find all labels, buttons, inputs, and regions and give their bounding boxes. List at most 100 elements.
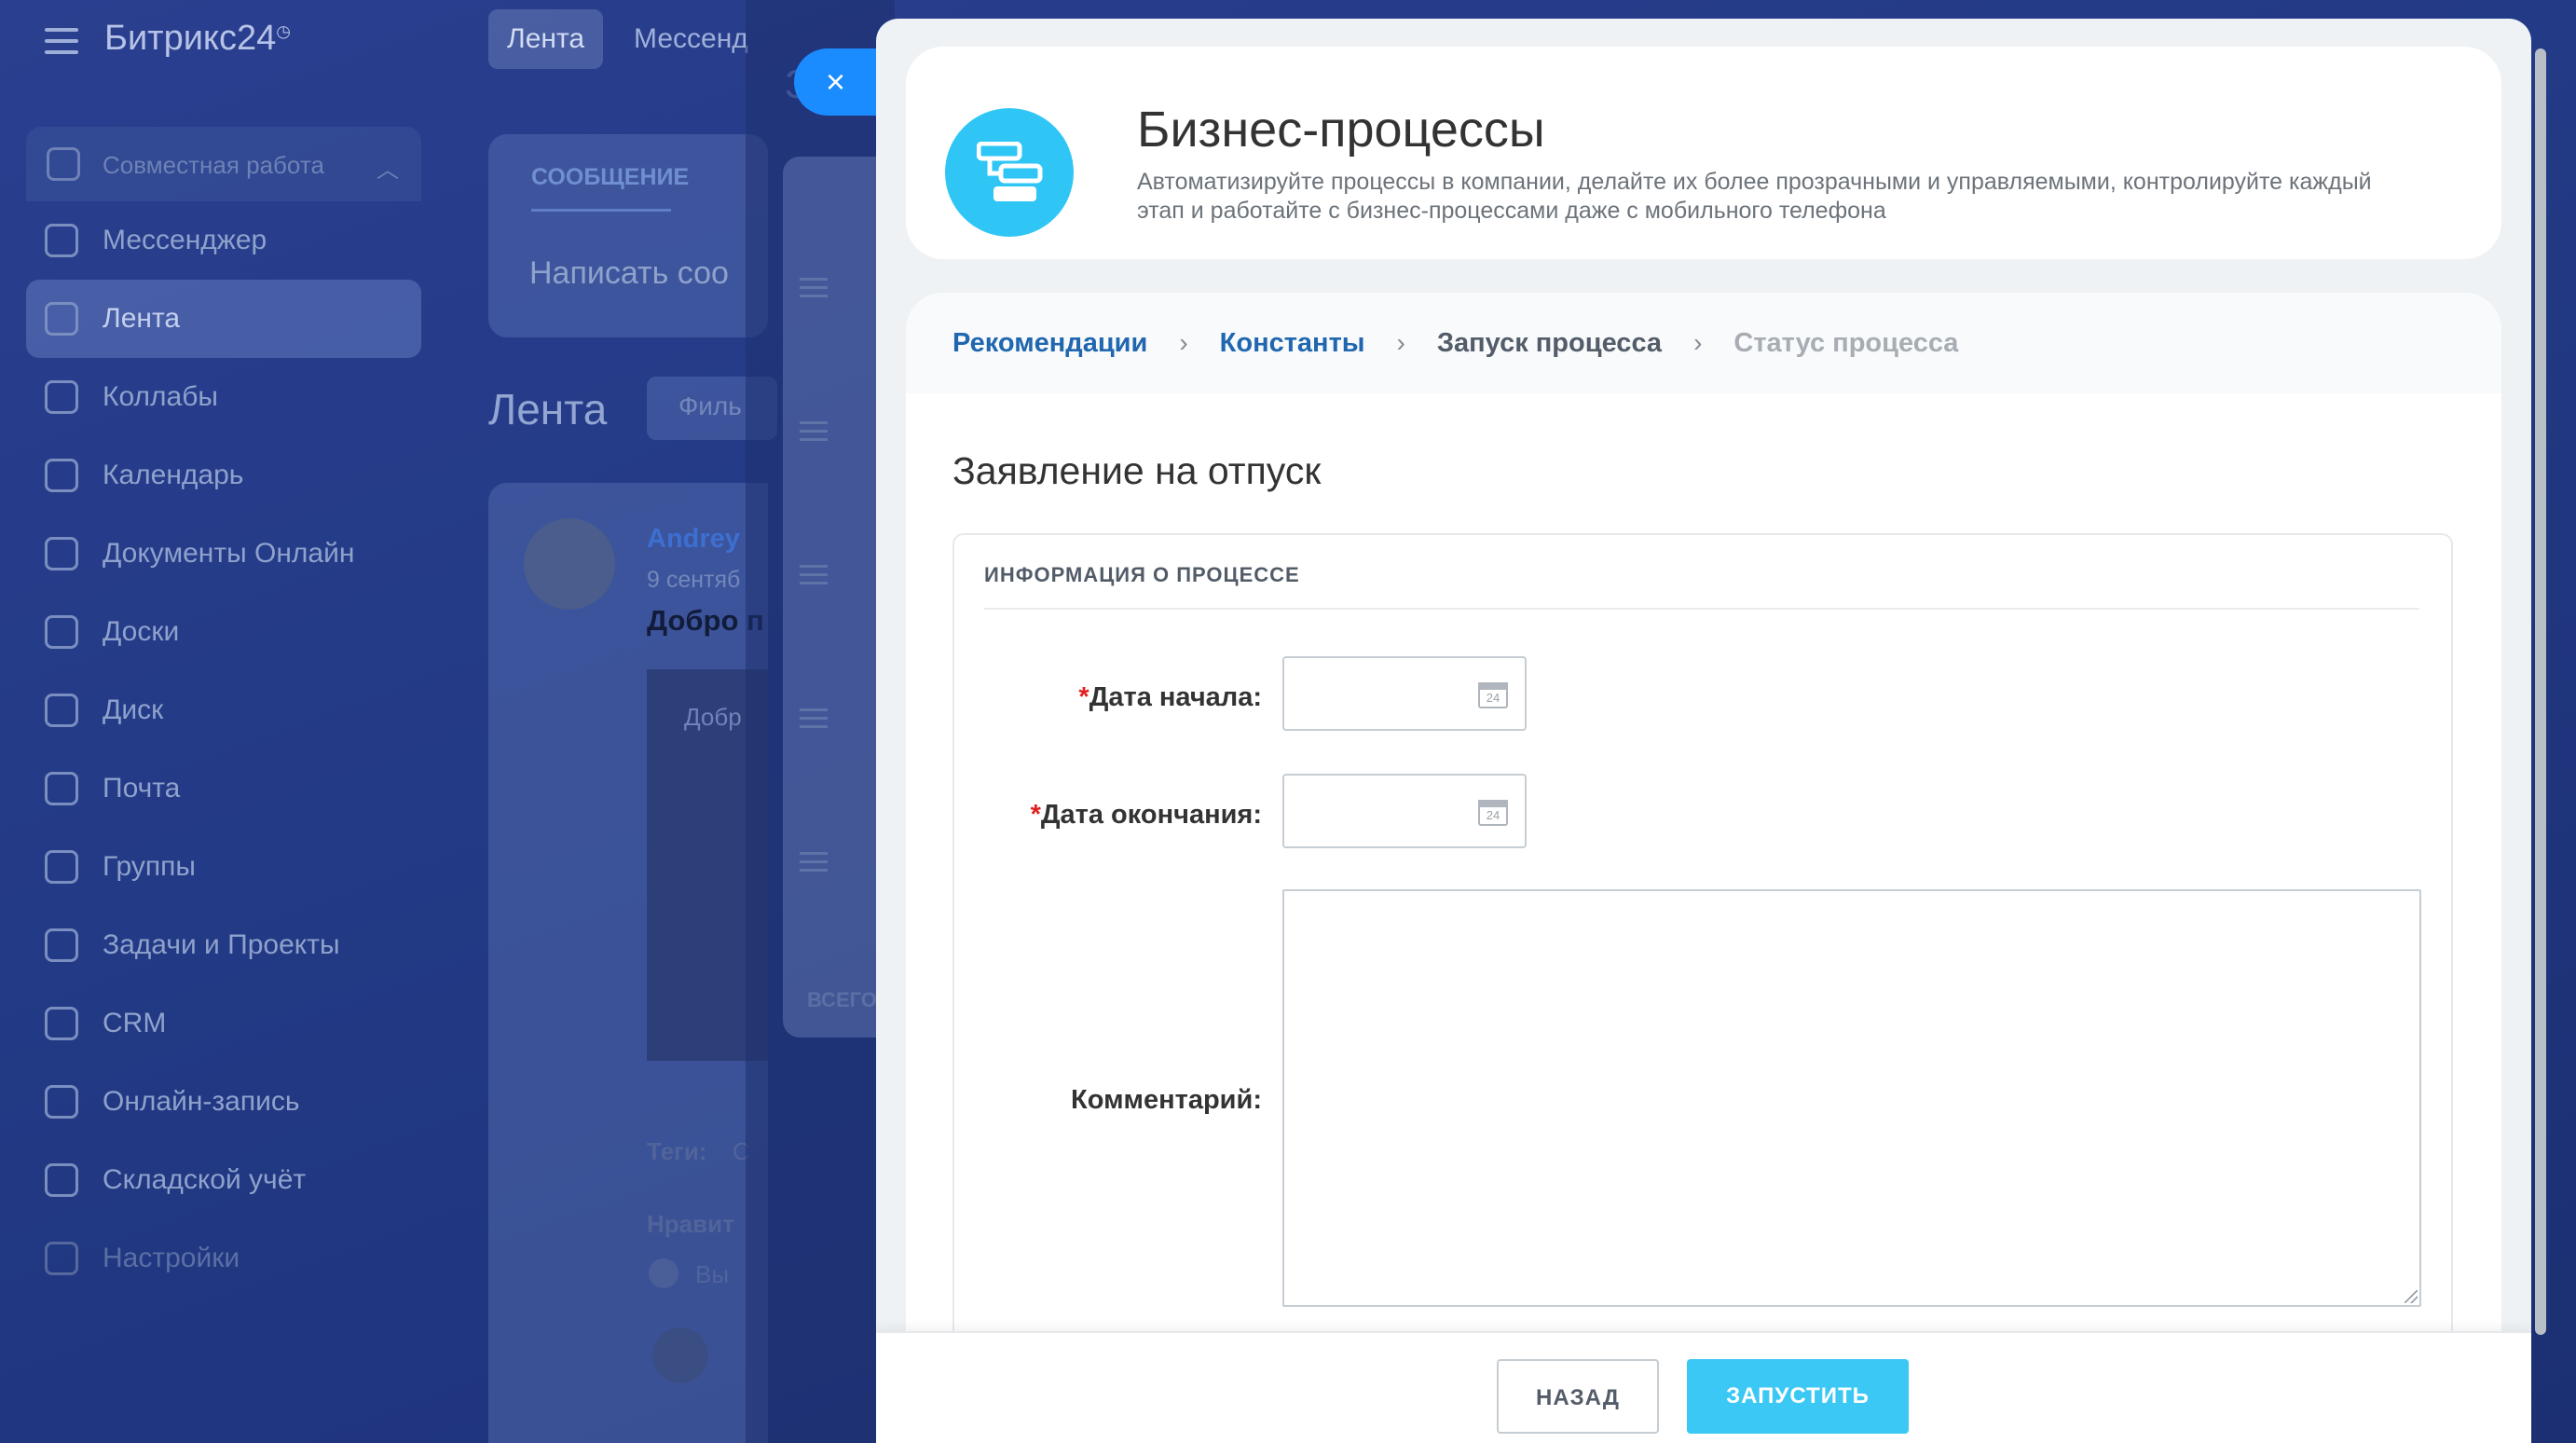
disk-icon [45,694,78,727]
sidebar-item-label: Доски [103,616,180,647]
board-icon [45,615,78,649]
breadcrumb-constants[interactable]: Константы [1220,328,1365,359]
drag-handle-icon[interactable] [800,708,828,734]
app-logo[interactable]: Битрикс24◷ [104,19,291,59]
comment-textarea[interactable] [1282,889,2421,1307]
mail-icon [45,772,78,805]
required-mark: * [1030,800,1041,830]
sidebar-item-settings[interactable]: Настройки [26,1219,421,1298]
sidebar-item-label: Документы Онлайн [103,538,355,569]
breadcrumb-process-status: Статус процесса [1733,327,1959,358]
section-divider [984,608,2419,610]
crm-icon [45,1007,78,1040]
composer-tab-underline [531,209,671,212]
sidebar-item-label: Коллабы [103,381,218,412]
tags-label: Теги: [647,1137,707,1165]
sidebar-group-label: Совместная работа [103,151,324,179]
sidebar-item-calendar[interactable]: Календарь [26,436,421,515]
likes-value: Вы [695,1260,730,1288]
sidebar-item-label: Группы [103,851,196,882]
sidebar-item-label: Настройки [103,1243,240,1273]
calendar-icon[interactable]: 24 [1478,800,1508,826]
sidebar-item-label: Календарь [103,460,244,490]
start-date-label-text: Дата начала: [1089,682,1262,712]
calendar-day: 24 [1486,691,1500,705]
feed-title: Лента [488,385,608,433]
chevron-up-icon: ︿ [377,158,399,183]
required-mark: * [1078,682,1089,712]
form-title: Заявление на отпуск [952,449,1322,492]
sidebar-item-booking[interactable]: Онлайн-запись [26,1063,421,1141]
avatar[interactable] [524,518,615,610]
sidebar-item-label: Диск [103,694,164,725]
calendar-icon[interactable]: 24 [1478,682,1508,708]
drag-handle-icon[interactable] [800,421,828,447]
end-date-label: *Дата окончания: [1031,800,1262,831]
business-process-slider: Бизнес-процессы Автоматизируйте процессы… [876,19,2531,1443]
slider-scrollbar[interactable] [2535,48,2546,1335]
drag-handle-icon[interactable] [800,565,828,590]
drag-handle-icon[interactable] [800,852,828,877]
slider-footer: НАЗАД ЗАПУСТИТЬ [876,1331,2531,1443]
resize-handle-icon[interactable] [2405,1290,2418,1303]
composer-tab-message[interactable]: СООБЩЕНИЕ [531,164,689,191]
run-button[interactable]: ЗАПУСТИТЬ [1687,1359,1909,1434]
post-author[interactable]: Andrey [647,524,740,555]
sidebar-item-label: Задачи и Проекты [103,929,340,960]
sidebar-item-feed[interactable]: Лента [26,280,421,358]
chat-icon [45,224,78,257]
tab-messenger[interactable]: Мессенд [615,9,767,69]
business-process-icon [945,108,1074,237]
sidebar-item-boards[interactable]: Доски [26,593,421,671]
sidebar-item-crm[interactable]: CRM [26,984,421,1063]
chevron-right-icon: › [1179,328,1188,357]
booking-icon [45,1085,78,1119]
breadcrumb: Рекомендации › Константы › Запуск процес… [906,293,2501,393]
breadcrumb-recommendations[interactable]: Рекомендации [952,328,1147,359]
post-date: 9 сентяб [647,567,741,593]
groups-icon [45,850,78,884]
sidebar-item-label: CRM [103,1008,167,1038]
process-form-card: Рекомендации › Константы › Запуск процес… [906,293,2501,1391]
chevron-right-icon: › [1396,328,1405,357]
post-image-text: Добр [684,703,742,731]
sidebar-item-collabs[interactable]: Коллабы [26,358,421,436]
gear-icon [45,1242,78,1275]
menu-icon[interactable] [45,28,78,54]
start-date-label: *Дата начала: [1078,682,1262,713]
inventory-icon [45,1163,78,1197]
sidebar-item-label: Складской учёт [103,1164,307,1195]
sidebar-item-messenger[interactable]: Мессенджер [26,201,421,280]
sidebar-item-mail[interactable]: Почта [26,749,421,828]
sidebar-item-label: Мессенджер [103,225,267,255]
sidebar-item-groups[interactable]: Группы [26,828,421,906]
sidebar-item-label: Почта [103,773,181,804]
collaboration-icon [47,147,80,181]
process-info-section: ИНФОРМАЦИЯ О ПРОЦЕССЕ *Дата начала: 24 *… [952,533,2453,1391]
comment-label: Комментарий: [1071,1085,1262,1115]
chevron-right-icon: › [1693,328,1703,357]
sidebar-item-disk[interactable]: Диск [26,671,421,749]
start-date-input[interactable]: 24 [1282,656,1527,731]
slider-header: Бизнес-процессы Автоматизируйте процессы… [906,47,2501,259]
sidebar-item-inventory[interactable]: Складской учёт [26,1141,421,1219]
sidebar-item-label: Онлайн-запись [103,1086,300,1117]
sidebar-group-header[interactable]: Совместная работа ︿ [26,127,421,201]
back-button[interactable]: НАЗАД [1497,1359,1659,1434]
drag-handle-icon[interactable] [800,278,828,303]
calendar-day: 24 [1486,808,1500,822]
close-icon: × [826,62,846,101]
underlying-total-label: ВСЕГО [807,988,877,1011]
composer-placeholder[interactable]: Написать соо [529,255,729,292]
feed-post: Andrey 9 сентяб Добро п Добр Теги: C Нра… [488,483,768,1443]
calendar-icon [45,459,78,492]
sidebar-item-documents[interactable]: Документы Онлайн [26,515,421,593]
like-icon[interactable] [649,1258,678,1288]
section-label: ИНФОРМАЦИЯ О ПРОЦЕССЕ [984,563,1300,586]
sidebar-item-tasks[interactable]: Задачи и Проекты [26,906,421,984]
sidebar-item-label: Лента [103,303,181,334]
tab-feed[interactable]: Лента [488,9,604,69]
document-icon [45,537,78,570]
end-date-input[interactable]: 24 [1282,774,1527,848]
slider-title: Бизнес-процессы [1137,102,1545,158]
